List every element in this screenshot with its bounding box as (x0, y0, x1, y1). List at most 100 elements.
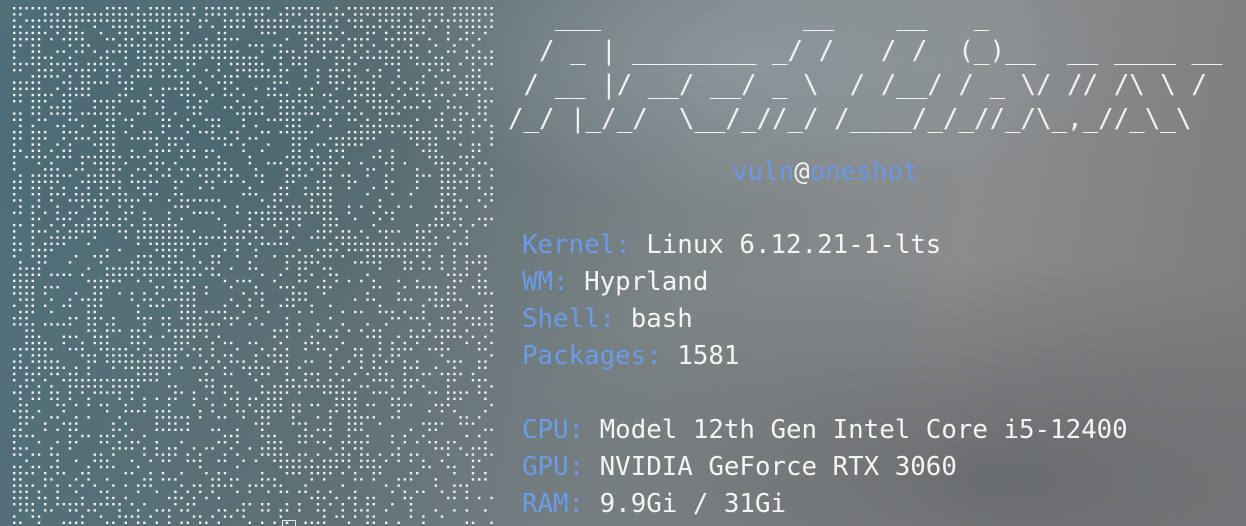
braille-dot (453, 366, 456, 369)
braille-dot (267, 87, 270, 90)
braille-dot (168, 298, 171, 301)
braille-dot (56, 205, 59, 208)
braille-dot (298, 62, 301, 66)
braille-dot (372, 13, 375, 16)
braille-dot (155, 143, 158, 146)
braille-dot (372, 75, 375, 78)
braille-dot (440, 341, 444, 345)
braille-dot (236, 478, 239, 481)
braille-dot (484, 447, 487, 450)
braille-dot (397, 69, 400, 72)
braille-dot (168, 323, 171, 326)
braille-dot (180, 50, 183, 53)
braille-dot (180, 87, 183, 90)
braille-dot (490, 323, 493, 326)
braille-dot (56, 416, 59, 419)
braille-dot (397, 31, 400, 35)
braille-dot (81, 44, 84, 47)
braille-dot (434, 205, 437, 208)
braille-dot (62, 62, 65, 66)
braille-dot (378, 267, 382, 270)
braille-dot (279, 19, 282, 22)
braille-dot (217, 323, 220, 326)
braille-dot (223, 19, 227, 22)
terminal-window[interactable]: ___ __ __ _ / _ | ________ _/ / / / (_)_… (0, 0, 1246, 526)
info-row-kernel: Kernel: Linux 6.12.21-1-lts (522, 229, 941, 261)
braille-dot (372, 56, 375, 59)
braille-dot (223, 472, 227, 475)
braille-ascii-art-image (10, 4, 494, 526)
braille-dot (99, 335, 103, 338)
braille-dot (217, 199, 220, 202)
braille-dot (75, 490, 78, 493)
braille-dot (62, 521, 65, 524)
braille-dot (335, 391, 338, 394)
braille-dot (68, 131, 72, 134)
braille-dot (137, 304, 140, 307)
braille-dot (409, 261, 413, 264)
braille-dot (180, 236, 183, 239)
braille-dot (403, 391, 406, 394)
braille-dot (347, 56, 351, 59)
braille-dot (75, 521, 78, 524)
braille-dot (354, 478, 357, 481)
braille-dot (37, 230, 41, 233)
braille-dot (285, 503, 289, 506)
braille-dot (372, 87, 375, 90)
braille-dot (13, 515, 16, 518)
braille-dot (62, 503, 65, 506)
braille-dot (335, 56, 338, 59)
braille-dot (471, 75, 475, 78)
braille-dot (236, 317, 239, 320)
braille-dot (93, 453, 96, 456)
braille-dot (323, 329, 326, 332)
braille-dot (378, 472, 382, 475)
braille-dot (335, 372, 338, 376)
braille-dot (174, 503, 177, 506)
braille-dot (31, 434, 34, 438)
braille-dot (440, 112, 444, 115)
braille-dot (174, 50, 177, 53)
braille-dot (168, 236, 171, 239)
braille-dot (106, 490, 109, 493)
braille-dot (174, 391, 177, 394)
braille-dot (409, 248, 413, 252)
braille-dot (434, 304, 437, 307)
braille-dot (168, 422, 171, 425)
braille-dot (211, 44, 214, 47)
braille-dot (292, 416, 295, 419)
braille-dot (118, 273, 121, 276)
braille-dot (354, 310, 357, 314)
braille-dot (422, 490, 425, 493)
braille-dot (422, 236, 425, 239)
braille-dot (19, 38, 22, 41)
braille-dot (285, 242, 289, 245)
braille-dot (124, 434, 127, 438)
braille-dot (180, 298, 183, 301)
braille-dot (68, 75, 72, 78)
braille-dot (75, 317, 78, 320)
braille-dot (62, 149, 65, 152)
braille-dot (261, 366, 264, 369)
braille-dot (378, 124, 382, 128)
braille-dot (44, 503, 47, 506)
braille-dot (428, 441, 431, 444)
braille-dot (378, 248, 382, 252)
braille-dot (50, 286, 53, 289)
braille-dot (81, 87, 84, 90)
braille-dot (391, 62, 394, 66)
braille-dot (217, 496, 220, 500)
braille-dot (428, 230, 431, 233)
braille-dot (168, 62, 171, 66)
braille-dot (81, 521, 84, 524)
braille-dot (13, 137, 16, 140)
braille-dot (106, 379, 109, 382)
braille-dot (236, 205, 239, 208)
braille-dot (447, 348, 450, 351)
braille-dot (329, 434, 332, 438)
braille-dot (403, 38, 406, 41)
braille-dot (75, 50, 78, 53)
braille-dot (112, 100, 115, 103)
braille-dot (37, 199, 41, 202)
braille-dot (391, 348, 394, 351)
